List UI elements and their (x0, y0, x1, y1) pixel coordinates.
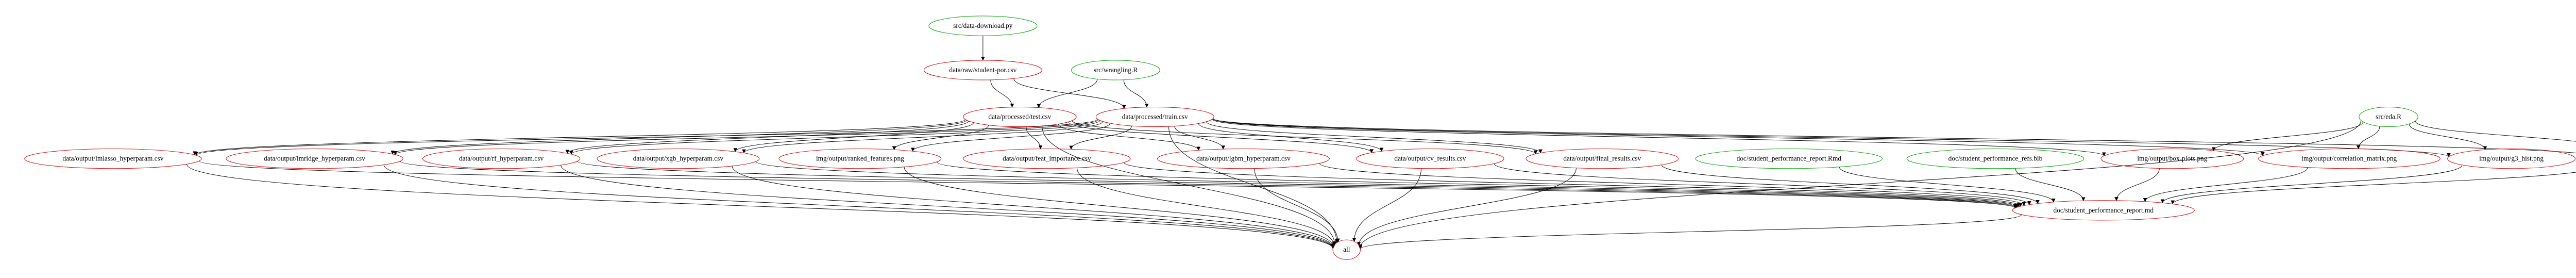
node-lgbm: data/output/lgbm_hyperparam.csv (1158, 149, 1330, 169)
edge-processed-test-to-lgbm (1058, 124, 1198, 151)
edge-raw-student-por-to-processed-train (1014, 78, 1124, 108)
edge-processed-test-to-lmlasso (195, 119, 965, 155)
edge-processed-train-to-box-plots (1212, 119, 2104, 156)
node-label-report-md: doc/student_performance_report.md (2054, 206, 2154, 214)
node-label-g3-hist: img/output/g3_hist.png (2479, 155, 2544, 162)
edge-processed-test-to-ranked-features (894, 125, 989, 150)
edge-xgb-to-report-md (756, 161, 2017, 207)
node-label-feat-importance: data/output/feat_importance.csv (1003, 155, 1091, 162)
edge-processed-train-to-lmlasso (196, 119, 1098, 155)
node-label-cv-results: data/output/cv_results.csv (1394, 155, 1466, 162)
node-src-data-download: src/data-download.py (929, 16, 1037, 36)
edge-raw-student-por-to-processed-test (991, 80, 1012, 107)
edge-processed-test-to-rf (567, 121, 969, 154)
node-cv-results: data/output/cv_results.csv (1357, 149, 1504, 169)
edge-final-results-to-report-md (1662, 165, 2038, 204)
edge-processed-test-to-cv-results (1069, 122, 1371, 153)
node-box-plots: img/output/box-plots.png (2101, 149, 2244, 169)
node-xgb: data/output/xgb_hyperparam.csv (597, 149, 759, 169)
edge-src-wrangling-to-processed-test (1039, 79, 1097, 107)
node-label-report-rmd: doc/student_performance_report.Rmd (1737, 155, 1842, 162)
node-feat-importance: data/output/feat_importance.csv (963, 149, 1130, 169)
node-label-refs-bib: doc/student_performance_refs.bib (1948, 155, 2043, 162)
node-final-results: data/output/final_results.csv (1526, 149, 1679, 169)
node-processed-train: data/processed/train.csv (1096, 107, 1214, 126)
edge-processed-train-to-final-results (1207, 122, 1540, 153)
node-all: all (1333, 240, 1360, 259)
edge-feat-importance-to-report-md (1124, 162, 2021, 206)
node-label-lmridge: data/output/lmridge_hyperparam.csv (264, 155, 365, 162)
edge-lgbm-to-report-md (1319, 163, 2024, 206)
node-label-box-plots: img/output/box-plots.png (2137, 155, 2207, 162)
node-label-processed-test: data/processed/test.csv (988, 113, 1051, 121)
node-label-corr-matrix: img/output/correlation_matrix.png (2301, 155, 2397, 162)
edge-processed-train-to-xgb (744, 121, 1103, 153)
node-label-src-wrangling: src/wrangling.R (1094, 66, 1138, 74)
edge-rf-to-report-md (578, 161, 2016, 207)
edge-lmridge-to-all (384, 165, 1333, 249)
node-label-xgb: data/output/xgb_hyperparam.csv (633, 155, 724, 162)
node-label-lmlasso: data/output/lmlasso_hyperparam.csv (62, 155, 163, 162)
dependency-graph: src/data-download.py data/raw/student-por… (0, 0, 2576, 278)
edges-layer (187, 36, 2576, 249)
node-label-lgbm: data/output/lgbm_hyperparam.csv (1196, 155, 1291, 162)
node-ranked-features: img/output/ranked_features.png (779, 149, 941, 169)
node-label-src-eda: src/eda.R (2376, 113, 2401, 121)
node-refs-bib: doc/student_performance_refs.bib (1907, 149, 2083, 169)
node-label-src-data-download: src/data-download.py (953, 22, 1013, 29)
node-rf: data/output/rf_hyperparam.csv (422, 149, 580, 169)
node-label-processed-train: data/processed/train.csv (1122, 113, 1188, 121)
node-label-rf: data/output/rf_hyperparam.csv (459, 155, 544, 162)
node-label-all: all (1343, 246, 1350, 253)
node-corr-matrix: img/output/correlation_matrix.png (2258, 149, 2440, 169)
node-src-eda: src/eda.R (2359, 107, 2418, 126)
node-g3-hist: img/output/g3_hist.png (2448, 149, 2575, 169)
edge-corr-matrix-to-report-md (2145, 168, 2308, 202)
edge-rf-to-all (561, 165, 1333, 248)
edge-processed-test-to-final-results (1072, 121, 1536, 154)
nodes-layer: src/data-download.py data/raw/student-por… (25, 16, 2576, 259)
node-report-md: doc/student_performance_report.md (2012, 201, 2194, 220)
node-lmlasso: data/output/lmlasso_hyperparam.csv (25, 149, 201, 169)
edge-src-eda-to-g3-hist (2409, 124, 2485, 150)
node-raw-student-por: data/raw/student-por.csv (924, 60, 1042, 80)
node-lmridge: data/output/lmridge_hyperparam.csv (226, 149, 403, 169)
node-label-ranked-features: img/output/ranked_features.png (816, 155, 904, 162)
edge-processed-train-to-lgbm (1175, 126, 1223, 150)
node-src-wrangling: src/wrangling.R (1072, 60, 1160, 80)
edge-src-wrangling-to-processed-train (1124, 80, 1147, 107)
edge-processed-train-to-absences (1213, 119, 2576, 157)
node-label-final-results: data/output/final_results.csv (1563, 155, 1641, 162)
edge-cv-results-to-report-md (1494, 163, 2029, 205)
edge-processed-train-to-lmridge (395, 120, 1098, 155)
edge-report-md-to-all (1360, 215, 2021, 249)
node-label-raw-student-por: data/raw/student-por.csv (949, 66, 1016, 74)
node-report-rmd: doc/student_performance_report.Rmd (1696, 149, 1882, 169)
node-processed-test: data/processed/test.csv (963, 107, 1076, 126)
edge-g3-hist-to-report-md (2162, 165, 2462, 203)
